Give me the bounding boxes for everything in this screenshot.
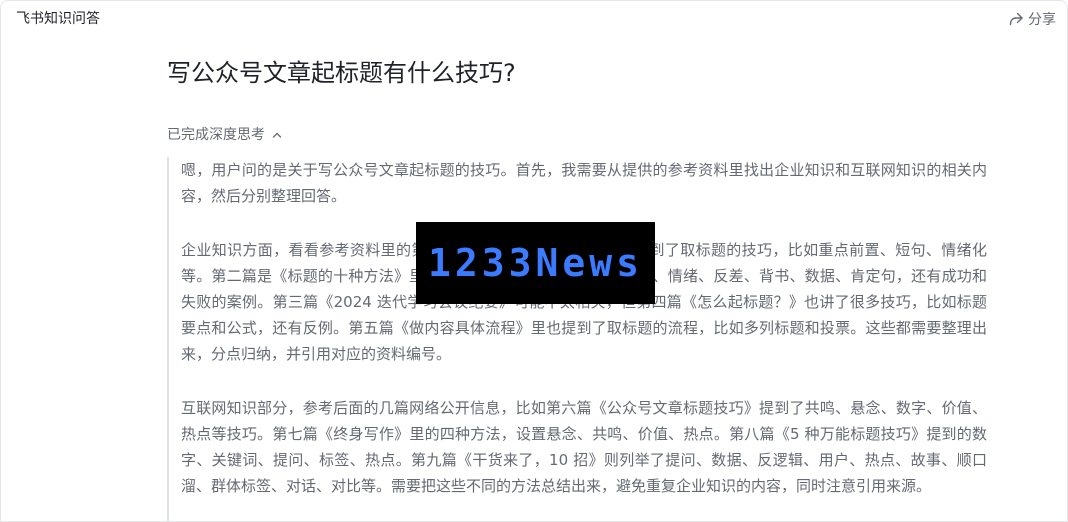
thinking-toggle-label: 已完成深度思考 bbox=[167, 127, 265, 143]
watermark-logo: 1233News bbox=[416, 222, 655, 304]
question-title: 写公众号文章起标题有什么技巧? bbox=[167, 59, 516, 87]
thinking-paragraph: 嗯，用户问的是关于写公众号文章起标题的技巧。首先，我需要从提供的参考资料里找出企… bbox=[181, 161, 987, 205]
share-icon bbox=[1008, 11, 1024, 27]
share-button[interactable]: 分享 bbox=[1008, 8, 1056, 30]
chevron-up-icon bbox=[271, 129, 283, 141]
app-title: 飞书知识问答 bbox=[16, 11, 100, 27]
thinking-toggle[interactable]: 已完成深度思考 bbox=[167, 125, 283, 145]
share-label: 分享 bbox=[1028, 12, 1056, 28]
thinking-content: 嗯，用户问的是关于写公众号文章起标题的技巧。首先，我需要从提供的参考资料里找出企… bbox=[167, 157, 987, 521]
thinking-paragraph: 互联网知识部分，参考后面的几篇网络公开信息，比如第六篇《公众号文章标题技巧》提到… bbox=[181, 399, 987, 495]
title-bar: 飞书知识问答 分享 bbox=[1, 1, 1067, 37]
watermark-text: 1233News bbox=[427, 241, 644, 285]
app-window: 飞书知识问答 分享 写公众号文章起标题有什么技巧? 已完成深度思考 嗯，用户问的… bbox=[0, 0, 1068, 522]
